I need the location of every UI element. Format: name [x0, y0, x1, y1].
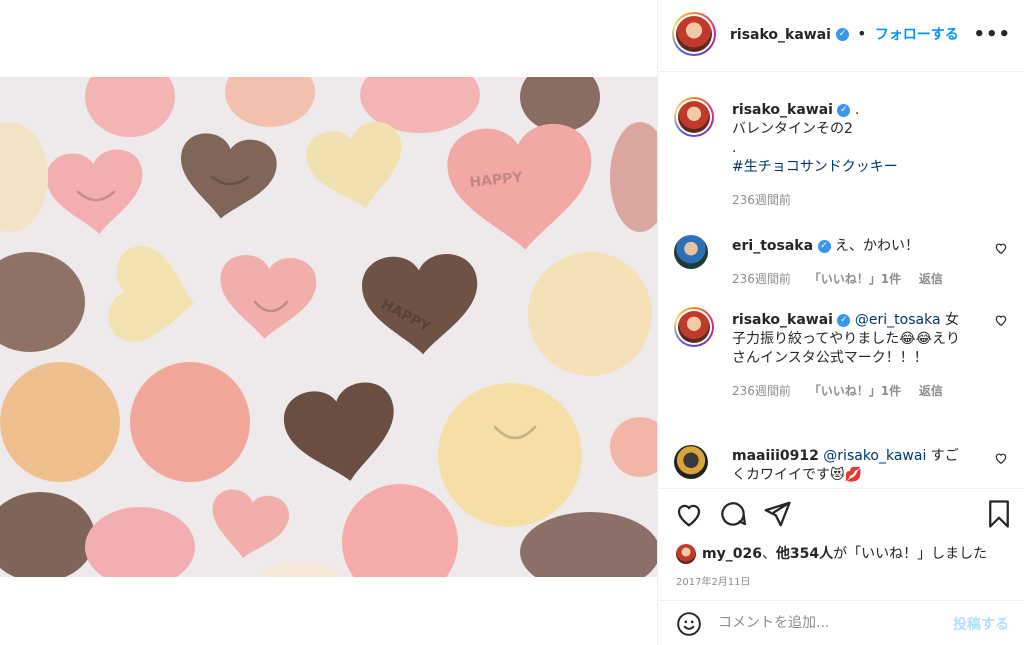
- comment-item: maaiii0912 @risako_kawai すごくカワイイです😻💋: [674, 445, 1014, 488]
- comment-mention[interactable]: @eri_tosaka: [855, 312, 941, 328]
- comments-list: risako_kawai ✓ . バレンタインその2 . #生チョコサンドクッキ…: [658, 73, 1024, 488]
- comment-item: risako_kawai ✓ @eri_tosaka 女子力振り絞ってやりました…: [674, 307, 1014, 427]
- comment-text: え、かわい！: [834, 238, 919, 254]
- comment-username[interactable]: maaiii0912: [732, 448, 819, 464]
- post-side-panel: risako_kawai ✓ • フォローする ••• risako_kawai: [657, 0, 1024, 645]
- caption-time[interactable]: 236週間前: [732, 193, 791, 207]
- comment-item: eri_tosaka ✓ え、かわい！ 236週間前 「いいね！」1件 返信: [674, 235, 1014, 295]
- reply-button[interactable]: 返信: [919, 272, 943, 286]
- verified-badge-icon: ✓: [837, 313, 851, 327]
- liker-avatar[interactable]: [676, 544, 696, 564]
- post-header: risako_kawai ✓ • フォローする •••: [658, 0, 1024, 72]
- caption-dot: .: [854, 102, 860, 118]
- caption-username[interactable]: risako_kawai: [732, 102, 833, 118]
- post-actions: my_026、他354人が「いいね！」しました 2017年2月11日: [658, 488, 1024, 600]
- caption-line-2: .: [732, 140, 737, 156]
- cookies-image: HAPPY HAPPY: [0, 77, 657, 577]
- comment-bar: 投稿する: [658, 600, 1024, 645]
- bookmark-icon[interactable]: [984, 499, 1014, 529]
- comment-input[interactable]: [718, 611, 938, 635]
- comment-like-heart-icon[interactable]: [994, 451, 1008, 465]
- post-photo[interactable]: HAPPY HAPPY: [0, 77, 657, 577]
- post-dialog: HAPPY HAPPY risako_kawai ✓ • フォローする •••: [0, 0, 1024, 645]
- header-separator: •: [857, 24, 867, 43]
- reply-button[interactable]: 返信: [919, 384, 943, 398]
- comment-mention[interactable]: @risako_kawai: [823, 448, 926, 464]
- caption: risako_kawai ✓ . バレンタインその2 . #生チョコサンドクッキ…: [674, 97, 1014, 237]
- comment-avatar[interactable]: [678, 311, 710, 343]
- comment-username[interactable]: risako_kawai: [732, 312, 833, 328]
- comment-avatar-ring[interactable]: [674, 307, 714, 347]
- post-date[interactable]: 2017年2月11日: [676, 573, 751, 588]
- caption-avatar-ring[interactable]: [674, 97, 714, 137]
- comment-time[interactable]: 236週間前: [732, 384, 791, 398]
- comment-likes[interactable]: 「いいね！」1件: [809, 384, 901, 398]
- verified-badge-icon: ✓: [836, 28, 850, 41]
- author-avatar-ring[interactable]: [672, 12, 716, 56]
- more-icon[interactable]: •••: [973, 24, 1011, 45]
- share-icon[interactable]: [762, 499, 792, 529]
- post-comment-button[interactable]: 投稿する: [953, 614, 1009, 634]
- author-username[interactable]: risako_kawai: [730, 27, 831, 43]
- liker-username[interactable]: my_026: [702, 546, 762, 562]
- comment-username[interactable]: eri_tosaka: [732, 238, 813, 254]
- media-area: HAPPY HAPPY: [0, 0, 657, 645]
- author-avatar[interactable]: [676, 16, 712, 52]
- comment-avatar[interactable]: [674, 445, 708, 479]
- verified-badge-icon: ✓: [817, 239, 831, 253]
- caption-line-1: バレンタインその2: [732, 121, 853, 137]
- comment-avatar[interactable]: [674, 235, 708, 269]
- caption-avatar[interactable]: [678, 101, 710, 133]
- likes-separator: 、: [761, 546, 776, 562]
- comment-icon[interactable]: [718, 499, 748, 529]
- emoji-icon[interactable]: [676, 611, 702, 637]
- comment-like-heart-icon[interactable]: [994, 241, 1008, 255]
- caption-hashtag[interactable]: #生チョコサンドクッキー: [732, 158, 982, 177]
- comment-like-heart-icon[interactable]: [994, 313, 1008, 327]
- heart-icon[interactable]: [674, 499, 704, 529]
- comment-time[interactable]: 236週間前: [732, 272, 791, 286]
- comment-likes[interactable]: 「いいね！」1件: [809, 272, 901, 286]
- likes-count[interactable]: 他354人: [776, 546, 833, 562]
- follow-button[interactable]: フォローする: [875, 27, 959, 43]
- verified-badge-icon: ✓: [837, 103, 851, 117]
- likes-summary: my_026、他354人が「いいね！」しました: [676, 543, 987, 564]
- likes-suffix: が「いいね！」しました: [833, 546, 988, 562]
